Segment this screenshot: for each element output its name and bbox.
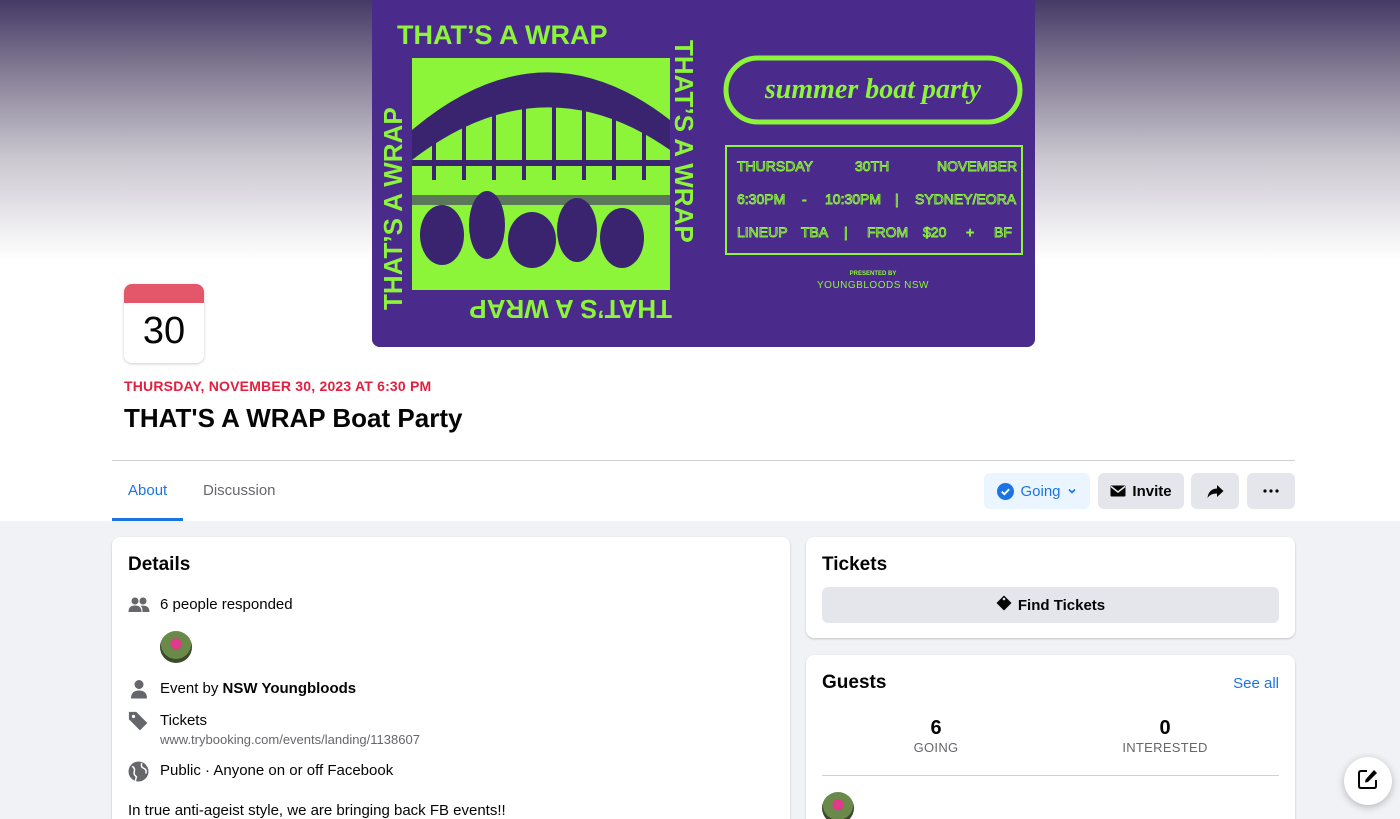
people-icon — [128, 595, 150, 617]
envelope-icon — [1110, 484, 1126, 498]
see-all-link[interactable]: See all — [1233, 675, 1279, 692]
tickets-url[interactable]: www.trybooking.com/events/landing/113860… — [160, 731, 420, 749]
interested-count: 0 — [1159, 717, 1171, 739]
details-title: Details — [128, 554, 191, 575]
going-button-label: Going — [1020, 482, 1061, 500]
guest-avatar[interactable] — [822, 792, 854, 819]
interested-label: INTERESTED — [1122, 740, 1208, 755]
poster-info-sep1: | — [895, 191, 899, 207]
tab-about[interactable]: About — [112, 461, 184, 521]
chevron-down-icon — [1067, 486, 1077, 496]
poster-headline-top: THAT’S A WRAP — [397, 20, 607, 50]
tickets-label: Tickets — [160, 712, 207, 729]
tickets-card: Tickets Find Tickets — [806, 537, 1295, 638]
ticket-icon — [996, 595, 1012, 615]
invite-button-label: Invite — [1132, 482, 1172, 500]
poster-presenter: YOUNGBLOODS NSW — [817, 280, 929, 291]
poster-presented-by: PRESENTED BY — [850, 271, 897, 277]
more-icon — [1263, 489, 1279, 493]
poster-headline-right: THAT’S A WRAP — [669, 40, 699, 243]
poster-info-sep2: | — [844, 224, 848, 240]
going-label: GOING — [913, 740, 959, 755]
organizer-prefix: Event by — [160, 680, 223, 697]
going-stat[interactable]: 6 GOING — [856, 717, 1016, 755]
organizer-row: Event by NSW Youngbloods — [128, 679, 356, 701]
calendar-day: 30 — [142, 310, 186, 352]
poster-headline-left: THAT’S A WRAP — [378, 107, 408, 310]
event-description: In true anti-ageist style, we are bringi… — [128, 802, 506, 819]
poster-info-start: 6:30PM — [737, 191, 785, 207]
poster-info-from: FROM — [867, 224, 908, 240]
event-cover-photo[interactable]: THAT’S A WRAP THAT’S A WRAP THAT’S A WRA… — [372, 0, 1035, 347]
poster-info-30th: 30TH — [855, 158, 889, 174]
globe-icon — [128, 761, 150, 783]
poster-info-lineup: LINEUP — [737, 224, 788, 240]
details-card: Details 6 people responded Event by NSW … — [112, 537, 790, 819]
guests-card: Guests See all 6 GOING 0 INTERESTED — [806, 655, 1295, 819]
tab-discussion[interactable]: Discussion — [187, 461, 292, 521]
organizer-link[interactable]: NSW Youngbloods — [223, 680, 357, 697]
share-button[interactable] — [1191, 473, 1239, 509]
poster-pill-text: summer boat party — [764, 74, 982, 105]
event-title: THAT'S A WRAP Boat Party — [124, 403, 463, 433]
poster-info-price: $20 — [923, 224, 947, 240]
event-date-time: THURSDAY, NOVEMBER 30, 2023 AT 6:30 PM — [124, 378, 432, 394]
guests-divider — [822, 775, 1279, 776]
guests-title: Guests — [822, 672, 887, 693]
more-options-button[interactable] — [1247, 473, 1295, 509]
check-circle-icon — [997, 482, 1015, 500]
poster-info-tba: TBA — [801, 224, 829, 240]
poster-info-thursday: THURSDAY — [737, 158, 814, 174]
compose-button[interactable] — [1344, 757, 1392, 805]
interested-stat[interactable]: 0 INTERESTED — [1085, 717, 1245, 755]
poster-info-plus: + — [966, 224, 974, 240]
share-icon — [1207, 484, 1224, 499]
compose-icon — [1357, 768, 1379, 795]
ticket-icon — [128, 711, 150, 733]
tickets-title: Tickets — [822, 554, 888, 575]
poster-info-bf: BF — [994, 224, 1012, 240]
calendar-badge-top — [124, 284, 204, 303]
find-tickets-label: Find Tickets — [1017, 596, 1106, 614]
poster-info-november: NOVEMBER — [937, 158, 1017, 174]
poster-info-location: SYDNEY/EORA — [915, 191, 1017, 207]
going-button[interactable]: Going — [984, 473, 1090, 509]
going-count: 6 — [930, 717, 942, 739]
privacy-text: Public · Anyone on or off Facebook — [160, 762, 394, 779]
person-icon — [128, 679, 150, 701]
find-tickets-button[interactable]: Find Tickets — [822, 587, 1279, 623]
poster-info-dash: - — [802, 191, 807, 207]
privacy-row: Public · Anyone on or off Facebook — [128, 761, 393, 783]
event-header: THAT’S A WRAP THAT’S A WRAP THAT’S A WRA… — [0, 0, 1400, 521]
calendar-badge: 30 — [124, 284, 204, 363]
poster-graphic: THAT’S A WRAP THAT’S A WRAP THAT’S A WRA… — [372, 0, 1035, 347]
tickets-row: Tickets www.trybooking.com/events/landin… — [128, 711, 420, 749]
responder-avatar[interactable] — [160, 631, 192, 663]
responded-text: 6 people responded — [160, 596, 293, 613]
invite-button[interactable]: Invite — [1098, 473, 1184, 509]
poster-info-end: 10:30PM — [825, 191, 881, 207]
responded-row: 6 people responded — [128, 595, 293, 617]
poster-headline-bottom: THAT’S A WRAP — [469, 294, 672, 324]
